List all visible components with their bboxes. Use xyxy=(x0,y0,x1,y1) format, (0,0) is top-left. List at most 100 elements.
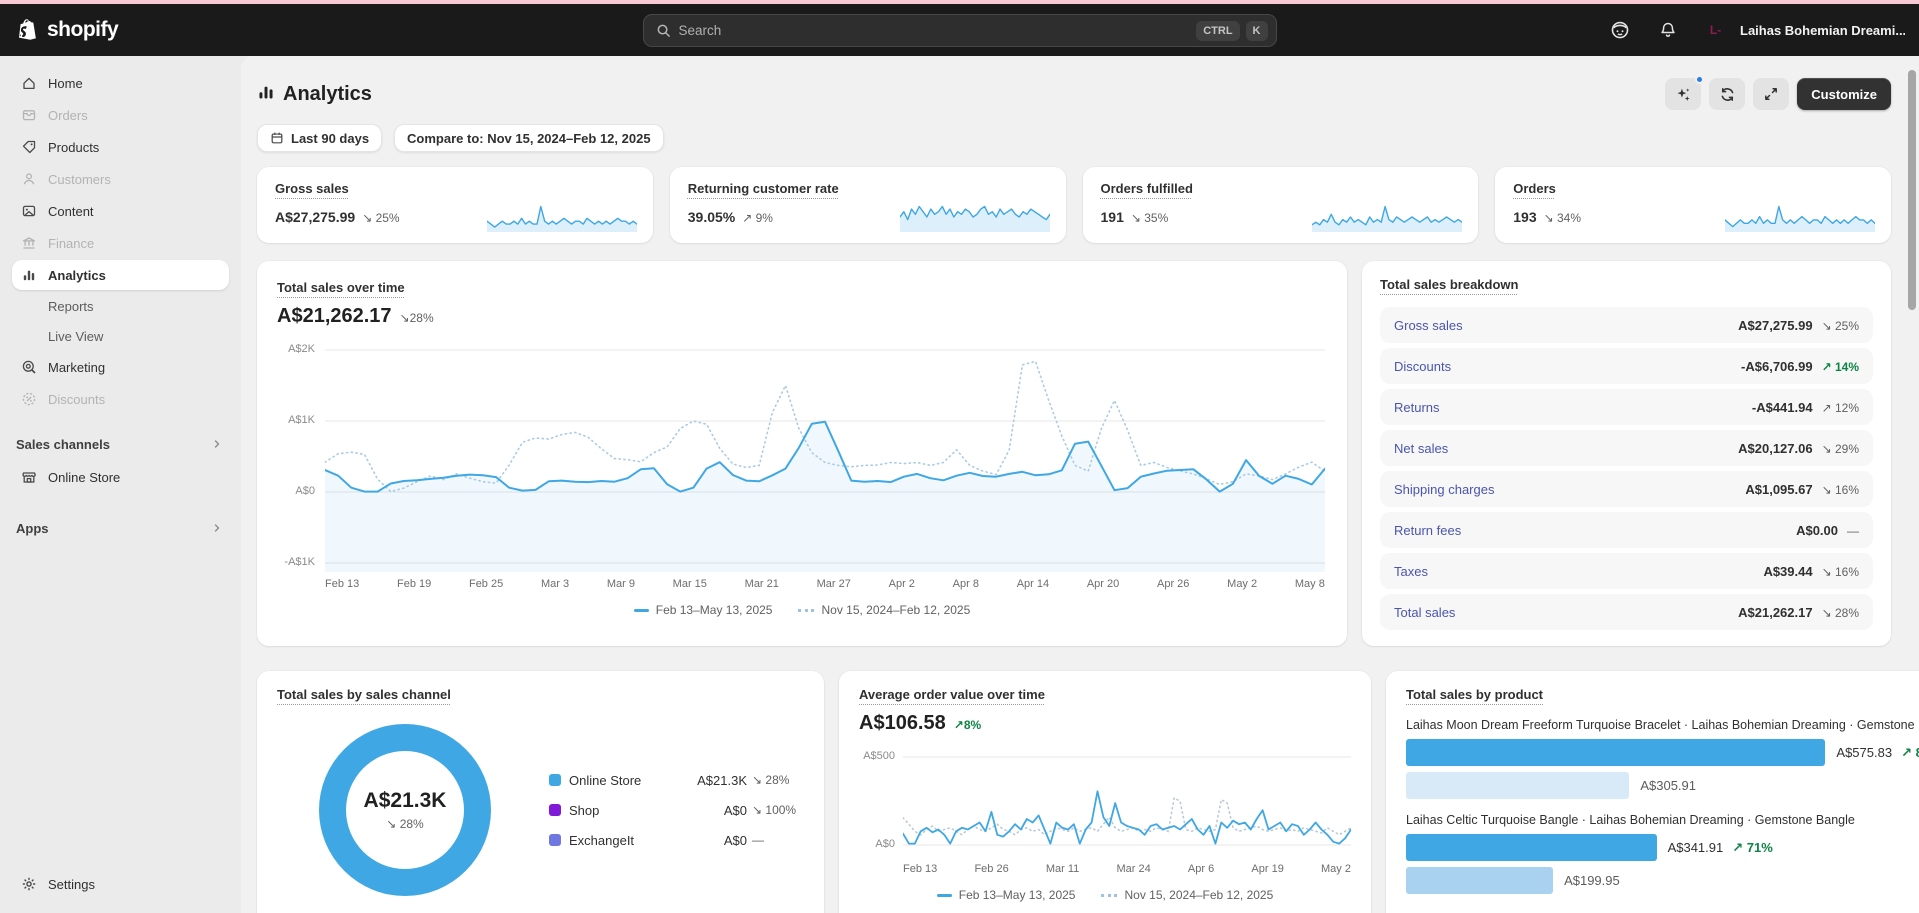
notifications-bell-icon[interactable] xyxy=(1652,14,1684,46)
magic-insights-button[interactable] xyxy=(1665,78,1701,110)
sidebar-item-live-view[interactable]: Live View xyxy=(12,322,229,350)
store-menu-button[interactable]: L- Laihas Bohemian Dreami... xyxy=(1700,15,1905,46)
refresh-button[interactable] xyxy=(1709,78,1745,110)
channel-value: A$21.3K xyxy=(681,773,747,788)
sales-by-channel-title[interactable]: Total sales by sales channel xyxy=(277,687,451,702)
fullscreen-button[interactable] xyxy=(1753,78,1789,110)
product-previous-value: A$199.95 xyxy=(1564,873,1620,888)
compare-to-button[interactable]: Compare to: Nov 15, 2024–Feb 12, 2025 xyxy=(394,124,664,152)
sidebar-section-sales-channels[interactable]: Sales channels xyxy=(12,430,229,458)
vertical-scrollbar[interactable] xyxy=(1908,70,1916,310)
breakdown-row-value: -A$441.94 xyxy=(1752,400,1813,415)
sidebar-item-products[interactable]: Products xyxy=(12,132,229,162)
sidebar-section-apps[interactable]: Apps xyxy=(12,514,229,542)
product-delta: ↗ 88% xyxy=(1901,745,1919,761)
sidebar-item-content[interactable]: Content xyxy=(12,196,229,226)
breakdown-row-link[interactable]: Net sales xyxy=(1394,441,1448,456)
search-icon xyxy=(656,23,671,38)
metric-delta: ↘ 25% xyxy=(362,211,399,225)
topbar: shopify CTRL K L- Laihas Bohemian Dreami… xyxy=(0,4,1919,56)
calendar-icon xyxy=(270,131,284,145)
breakdown-row-value: -A$6,706.99 xyxy=(1741,359,1813,374)
sidebar-item-orders[interactable]: Orders xyxy=(12,100,229,130)
metric-card-title[interactable]: Returning customer rate xyxy=(688,181,839,196)
gear-icon xyxy=(20,876,38,892)
breakdown-row-value: A$1,095.67 xyxy=(1745,482,1812,497)
average-order-value-card: Average order value over time A$106.58 ↗… xyxy=(839,671,1371,913)
metric-delta: ↗ 9% xyxy=(742,211,773,225)
total-sales-legend: Feb 13–May 13, 2025 Nov 15, 2024–Feb 12,… xyxy=(277,603,1327,617)
shopify-logo[interactable]: shopify xyxy=(18,18,118,42)
previous-period-swatch xyxy=(1101,894,1117,897)
metric-value: 193 xyxy=(1513,209,1536,225)
apps-label: Apps xyxy=(16,521,49,536)
y-axis-label: A$0 xyxy=(859,838,895,850)
product-current-bar-row: A$575.83↗ 88% xyxy=(1406,739,1919,766)
x-axis-label: Feb 13 xyxy=(903,863,937,875)
customize-button[interactable]: Customize xyxy=(1797,78,1891,110)
breakdown-row-values: -A$441.94↗ 12% xyxy=(1752,400,1859,415)
product-group: Laihas Moon Dream Freeform Turquoise Bra… xyxy=(1406,718,1919,799)
breakdown-row-link[interactable]: Taxes xyxy=(1394,564,1428,579)
store-avatar: L- xyxy=(1700,15,1731,46)
breakdown-row-values: A$0.00— xyxy=(1796,523,1859,538)
sidebar-item-settings[interactable]: Settings xyxy=(12,869,229,899)
total-sales-delta: ↘28% xyxy=(400,311,434,325)
sidebar-item-discounts[interactable]: Discounts xyxy=(12,384,229,414)
channel-legend: Online StoreA$21.3K↘ 28%ShopA$0↘ 100%Exc… xyxy=(549,773,804,848)
date-range-button[interactable]: Last 90 days xyxy=(257,124,382,152)
sales-by-product-title[interactable]: Total sales by product xyxy=(1406,687,1543,702)
y-axis-label: -A$1K xyxy=(277,556,315,568)
sidebar-item-label: Reports xyxy=(48,299,94,314)
sidebar-item-online-store[interactable]: Online Store xyxy=(12,462,229,492)
sparkline-chart xyxy=(1725,200,1875,232)
metric-card-title[interactable]: Orders fulfilled xyxy=(1101,181,1193,196)
channel-donut-chart: A$21.3K ↘ 28% xyxy=(319,724,491,896)
total-sales-breakdown-title[interactable]: Total sales breakdown xyxy=(1380,277,1518,292)
channel-delta: ↘ 100% xyxy=(752,803,804,817)
metric-card-title[interactable]: Orders xyxy=(1513,181,1556,196)
store-name: Laihas Bohemian Dreami... xyxy=(1740,23,1905,38)
sidebar-item-label: Products xyxy=(48,140,99,155)
breakdown-row-link[interactable]: Total sales xyxy=(1394,605,1455,620)
channel-legend-item-shop: ShopA$0↘ 100% xyxy=(549,803,804,818)
breakdown-row-delta: ↘ 16% xyxy=(1822,483,1859,497)
metric-cards-row: Gross sales A$27,275.99 ↘ 25% Returning cus… xyxy=(257,167,1891,243)
profile-face-icon[interactable] xyxy=(1604,14,1636,46)
breakdown-row-link[interactable]: Gross sales xyxy=(1394,318,1463,333)
sidebar-item-label: Analytics xyxy=(48,268,106,283)
total-sales-breakdown-card: Total sales breakdown Gross salesA$27,27… xyxy=(1362,261,1891,646)
x-axis-label: May 2 xyxy=(1321,863,1351,875)
sidebar-item-customers[interactable]: Customers xyxy=(12,164,229,194)
finance-icon xyxy=(20,235,38,251)
breakdown-row-link[interactable]: Shipping charges xyxy=(1394,482,1494,497)
breakdown-row-values: A$21,262.17↘ 28% xyxy=(1738,605,1859,620)
sidebar-item-home[interactable]: Home xyxy=(12,68,229,98)
global-search[interactable]: CTRL K xyxy=(643,14,1277,47)
breakdown-row-link[interactable]: Return fees xyxy=(1394,523,1461,538)
channel-value: A$0 xyxy=(681,803,747,818)
sidebar-item-reports[interactable]: Reports xyxy=(12,292,229,320)
sidebar-item-analytics[interactable]: Analytics xyxy=(12,260,229,290)
metric-value: A$27,275.99 xyxy=(275,209,355,225)
breakdown-row-link[interactable]: Discounts xyxy=(1394,359,1451,374)
discounts-icon xyxy=(20,391,38,407)
breakdown-row-value: A$21,262.17 xyxy=(1738,605,1812,620)
x-axis-label: Apr 20 xyxy=(1087,578,1119,590)
sidebar-item-marketing[interactable]: Marketing xyxy=(12,352,229,382)
total-sales-over-time-title[interactable]: Total sales over time xyxy=(277,280,405,295)
current-period-swatch xyxy=(634,609,649,612)
breakdown-row-total-sales: Total sales A$21,262.17↘ 28% xyxy=(1380,594,1873,630)
metric-card-title[interactable]: Gross sales xyxy=(275,181,349,196)
search-input[interactable] xyxy=(679,23,1191,38)
total-sales-value: A$21,262.17 xyxy=(277,305,392,328)
k-key-badge: K xyxy=(1246,21,1268,41)
average-order-value-title[interactable]: Average order value over time xyxy=(859,687,1045,702)
product-current-bar xyxy=(1406,739,1825,766)
sidebar-item-finance[interactable]: Finance xyxy=(12,228,229,258)
breakdown-row-net-sales: Net salesA$20,127.06↘ 29% xyxy=(1380,430,1873,466)
x-axis-label: Feb 19 xyxy=(397,578,431,590)
breakdown-row-link[interactable]: Returns xyxy=(1394,400,1440,415)
main-content: Analytics Customize xyxy=(241,56,1919,913)
channel-swatch xyxy=(549,774,561,786)
